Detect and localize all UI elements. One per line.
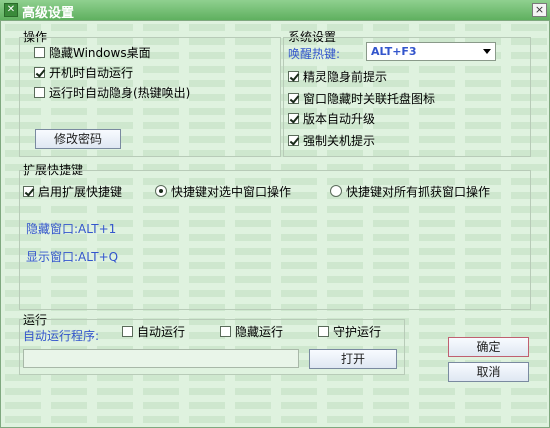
ok-button[interactable]: 确定 [448, 337, 529, 357]
hide-desktop-checkbox[interactable]: 隐藏Windows桌面 [34, 44, 151, 60]
auto-hide-box[interactable] [34, 86, 45, 98]
hide-tray-checkbox[interactable]: 窗口隐藏时关联托盘图标 [288, 90, 435, 106]
hide-run-checkbox[interactable]: 隐藏运行 [220, 323, 283, 339]
radio-selected-dot[interactable] [155, 185, 167, 197]
cancel-button[interactable]: 取消 [448, 362, 529, 382]
guard-run-box[interactable] [318, 325, 329, 337]
force-shutdown-checkbox[interactable]: 强制关机提示 [288, 132, 375, 148]
auto-run-checkbox[interactable]: 自动运行 [122, 323, 185, 339]
autostart-checkbox[interactable]: 开机时自动运行 [34, 64, 133, 80]
hide-desktop-label: 隐藏Windows桌面 [49, 45, 151, 60]
enable-shortcut-box[interactable] [23, 185, 34, 197]
close-button[interactable]: × [532, 3, 547, 17]
hide-run-box[interactable] [220, 325, 231, 337]
guard-run-label: 守护运行 [333, 324, 382, 339]
open-button[interactable]: 打开 [309, 349, 397, 369]
chevron-down-icon[interactable] [483, 49, 491, 54]
auto-upgrade-box[interactable] [288, 112, 299, 124]
auto-upgrade-checkbox[interactable]: 版本自动升级 [288, 110, 375, 126]
sprite-hint-box[interactable] [288, 70, 299, 82]
hide-tray-label: 窗口隐藏时关联托盘图标 [303, 91, 436, 106]
hide-run-label: 隐藏运行 [235, 324, 284, 339]
radio-selected-window[interactable]: 快捷键对选中窗口操作 [155, 183, 291, 199]
autostart-label: 开机时自动运行 [49, 65, 134, 80]
hide-tray-box[interactable] [288, 92, 299, 104]
program-path-input[interactable] [23, 349, 299, 368]
force-shutdown-label: 强制关机提示 [303, 133, 376, 148]
force-shutdown-box[interactable] [288, 134, 299, 146]
radio-all-windows[interactable]: 快捷键对所有抓获窗口操作 [330, 183, 490, 199]
program-label: 自动运行程序: [23, 329, 100, 343]
radio-all-dot[interactable] [330, 185, 342, 197]
guard-run-checkbox[interactable]: 守护运行 [318, 323, 381, 339]
enable-shortcut-label: 启用扩展快捷键 [38, 184, 123, 199]
sprite-hint-label: 精灵隐身前提示 [303, 69, 388, 84]
autostart-box[interactable] [34, 66, 45, 78]
auto-hide-label: 运行时自动隐身(热键唤出) [49, 85, 191, 100]
title-bar: ✕ 高级设置 × [0, 0, 550, 21]
radio-selected-label: 快捷键对选中窗口操作 [171, 184, 292, 199]
sprite-hint-checkbox[interactable]: 精灵隐身前提示 [288, 68, 387, 84]
hide-window-shortcut: 隐藏窗口:ALT+1 [26, 222, 117, 236]
change-password-button[interactable]: 修改密码 [35, 129, 121, 149]
auto-hide-checkbox[interactable]: 运行时自动隐身(热键唤出) [34, 84, 190, 100]
app-icon: ✕ [4, 3, 18, 17]
auto-upgrade-label: 版本自动升级 [303, 111, 376, 126]
hotkey-value: ALT+F3 [371, 45, 417, 58]
radio-all-label: 快捷键对所有抓获窗口操作 [346, 184, 491, 199]
window-title: 高级设置 [22, 6, 75, 21]
hotkey-dropdown[interactable]: ALT+F3 [366, 42, 496, 61]
hide-desktop-box[interactable] [34, 46, 45, 58]
auto-run-box[interactable] [122, 325, 133, 337]
dialog-body: 操作 隐藏Windows桌面 开机时自动运行 运行时自动隐身(热键唤出) 修改密… [0, 20, 550, 428]
show-window-shortcut: 显示窗口:ALT+Q [26, 250, 119, 264]
enable-shortcut-checkbox[interactable]: 启用扩展快捷键 [23, 183, 122, 199]
hotkey-label: 唤醒热键: [288, 47, 341, 61]
auto-run-label: 自动运行 [137, 324, 186, 339]
